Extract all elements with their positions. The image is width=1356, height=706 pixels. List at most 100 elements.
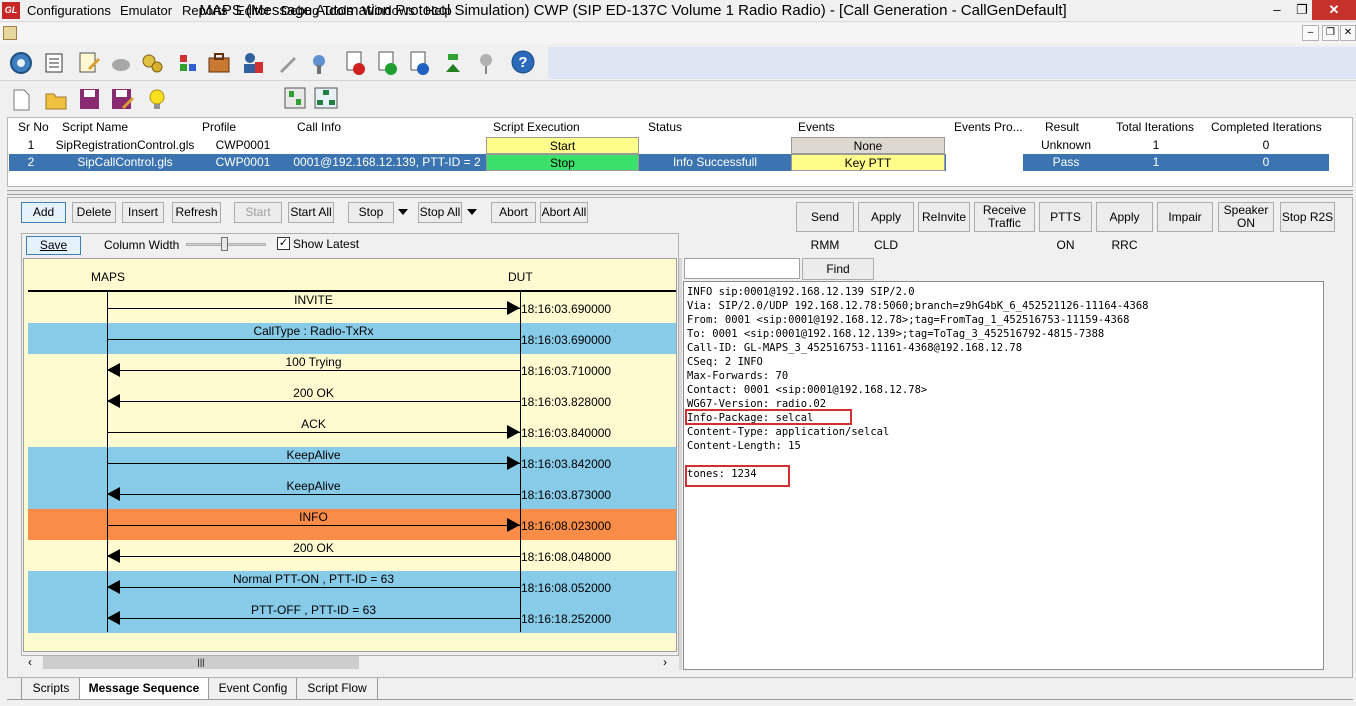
start-button[interactable]: Start bbox=[234, 202, 282, 223]
menu-configurations[interactable]: Configurations bbox=[27, 3, 111, 18]
reinvite-button[interactable]: ReInvite bbox=[918, 202, 970, 232]
column-header-completed-iterations[interactable]: Completed Iterations bbox=[1211, 120, 1322, 136]
column-header-events[interactable]: Events bbox=[798, 120, 835, 136]
mdi-minimize-button[interactable]: – bbox=[1302, 25, 1319, 41]
gear-icon[interactable] bbox=[8, 50, 34, 76]
new-file-icon[interactable] bbox=[10, 88, 32, 112]
open-folder-icon[interactable] bbox=[44, 89, 70, 111]
add-button[interactable]: Add bbox=[21, 202, 66, 223]
ptts-on-button[interactable]: PTTS ON bbox=[1039, 202, 1092, 252]
cell-events-pro bbox=[946, 137, 1023, 154]
stop-script-button[interactable]: Stop bbox=[486, 154, 639, 171]
stop-all-button[interactable]: Stop All bbox=[418, 202, 462, 223]
save-ladder-button[interactable]: Save bbox=[26, 236, 81, 255]
send-rmm-button[interactable]: Send RMM bbox=[796, 202, 854, 252]
message-arrow-line bbox=[107, 525, 520, 526]
lightbulb-icon[interactable] bbox=[146, 87, 168, 113]
stop-script-icon[interactable] bbox=[344, 50, 368, 76]
apply-cld-button[interactable]: Apply CLD bbox=[858, 202, 914, 252]
insert-button[interactable]: Insert bbox=[122, 202, 164, 223]
receive-traffic-button[interactable]: Receive Traffic bbox=[974, 202, 1035, 232]
message-detail-pane[interactable]: INFO sip:0001@192.168.12.139 SIP/2.0 Via:… bbox=[683, 281, 1324, 670]
tab-scripts[interactable]: Scripts bbox=[21, 678, 81, 700]
network-icon[interactable] bbox=[176, 51, 200, 75]
user-phone-icon[interactable] bbox=[240, 50, 266, 76]
cell-status: Info Successfull bbox=[672, 155, 758, 169]
menu-help[interactable]: Help bbox=[425, 3, 452, 18]
message-timestamp: 18:16:03.842000 bbox=[521, 457, 612, 471]
tab-script-flow[interactable]: Script Flow bbox=[296, 678, 378, 700]
cell-script-name: SipRegistrationControl.gls bbox=[55, 138, 195, 152]
abort-all-button[interactable]: Abort All bbox=[540, 202, 588, 223]
ladder-scroll-thumb[interactable]: ||| bbox=[43, 656, 359, 669]
briefcase-icon[interactable] bbox=[206, 50, 232, 76]
tab-message-sequence[interactable]: Message Sequence bbox=[79, 678, 209, 700]
menu-editor[interactable]: Editor bbox=[236, 3, 270, 18]
cloud-icon[interactable] bbox=[110, 52, 132, 74]
document-icon[interactable] bbox=[3, 26, 17, 40]
find-button[interactable]: Find bbox=[802, 258, 874, 280]
message-label: INFO bbox=[299, 510, 328, 524]
notebook-icon[interactable] bbox=[42, 51, 66, 75]
help-icon[interactable]: ? bbox=[510, 49, 536, 75]
events-button[interactable]: None bbox=[791, 137, 945, 154]
column-header-total-iterations[interactable]: Total Iterations bbox=[1116, 120, 1194, 136]
delete-button[interactable]: Delete bbox=[72, 202, 116, 223]
refresh-button[interactable]: Refresh bbox=[172, 202, 221, 223]
abort-button[interactable]: Abort bbox=[491, 202, 536, 223]
find-input[interactable] bbox=[684, 258, 800, 279]
message-timestamp: 18:16:18.252000 bbox=[521, 612, 612, 626]
save-icon[interactable] bbox=[78, 87, 100, 111]
mdi-restore-button[interactable]: ❐ bbox=[1322, 25, 1339, 41]
stop-all-dropdown-icon[interactable] bbox=[465, 205, 479, 219]
stop-dropdown-icon[interactable] bbox=[396, 205, 410, 219]
start-script-button[interactable]: Start bbox=[486, 137, 639, 154]
menu-emulator[interactable]: Emulator bbox=[120, 3, 172, 18]
tile-vertical-icon[interactable] bbox=[284, 87, 306, 109]
column-header-events-pro[interactable]: Events Pro... bbox=[954, 120, 1023, 136]
pane-splitter[interactable] bbox=[679, 258, 682, 670]
scroll-right-arrow[interactable]: › bbox=[663, 655, 667, 669]
scroll-left-arrow[interactable]: ‹ bbox=[28, 655, 32, 669]
start-all-button[interactable]: Start All bbox=[288, 202, 334, 223]
menu-reports[interactable]: Reports bbox=[182, 3, 228, 18]
speaker-on-button[interactable]: Speaker ON bbox=[1218, 202, 1274, 232]
impair-button[interactable]: Impair bbox=[1157, 202, 1213, 232]
key-ptt-button[interactable]: Key PTT bbox=[791, 154, 945, 171]
show-latest-checkbox[interactable]: ✓ bbox=[277, 237, 290, 250]
table-row[interactable]: 1 SipRegistrationControl.gls CWP0001 Sta… bbox=[9, 137, 1329, 154]
message-timestamp: 18:16:03.873000 bbox=[521, 488, 612, 502]
close-button[interactable]: ✕ bbox=[1312, 0, 1356, 20]
save-as-icon[interactable] bbox=[110, 87, 134, 111]
entity-maps-label: MAPS bbox=[91, 270, 126, 284]
stop-button[interactable]: Stop bbox=[348, 202, 394, 223]
cogs-icon[interactable] bbox=[140, 51, 164, 75]
apply-rrc-button[interactable]: Apply RRC bbox=[1096, 202, 1153, 252]
script-edit-icon[interactable] bbox=[76, 50, 102, 76]
menu-debug-tools[interactable]: Debug Tools bbox=[281, 3, 353, 18]
tool-icon[interactable] bbox=[306, 50, 332, 76]
column-header-script-name[interactable]: Script Name bbox=[62, 120, 128, 136]
column-header-profile[interactable]: Profile bbox=[202, 120, 236, 136]
debug-icon[interactable] bbox=[474, 50, 498, 76]
tile-tree-icon[interactable] bbox=[314, 87, 338, 109]
column-header-script-execution[interactable]: Script Execution bbox=[493, 120, 580, 136]
menu-windows[interactable]: Windows bbox=[362, 3, 415, 18]
message-label: PTT-OFF , PTT-ID = 63 bbox=[250, 603, 376, 617]
mdi-close-button[interactable]: ✕ bbox=[1340, 25, 1356, 41]
column-header-status[interactable]: Status bbox=[648, 120, 682, 136]
step-icon[interactable] bbox=[442, 50, 464, 76]
wrench-icon[interactable] bbox=[276, 51, 300, 75]
pause-script-icon[interactable] bbox=[408, 50, 432, 76]
tab-event-config[interactable]: Event Config bbox=[208, 678, 298, 700]
stop-r2s-button[interactable]: Stop R2S bbox=[1280, 202, 1335, 232]
column-header-sr-no[interactable]: Sr No bbox=[18, 120, 49, 136]
continue-script-icon[interactable] bbox=[376, 50, 400, 76]
splitter[interactable] bbox=[7, 190, 1353, 195]
column-header-result[interactable]: Result bbox=[1045, 120, 1079, 136]
ladder-rows: INVITE 18:16:03.690000 CallType : Radio-Tx… bbox=[24, 292, 676, 633]
table-row-selected[interactable]: 2 SipCallControl.gls CWP0001 0001@192.16… bbox=[9, 154, 1329, 171]
message-label: Normal PTT-ON , PTT-ID = 63 bbox=[232, 572, 395, 586]
column-header-call-info[interactable]: Call Info bbox=[297, 120, 341, 136]
column-width-slider-handle[interactable] bbox=[221, 237, 228, 251]
